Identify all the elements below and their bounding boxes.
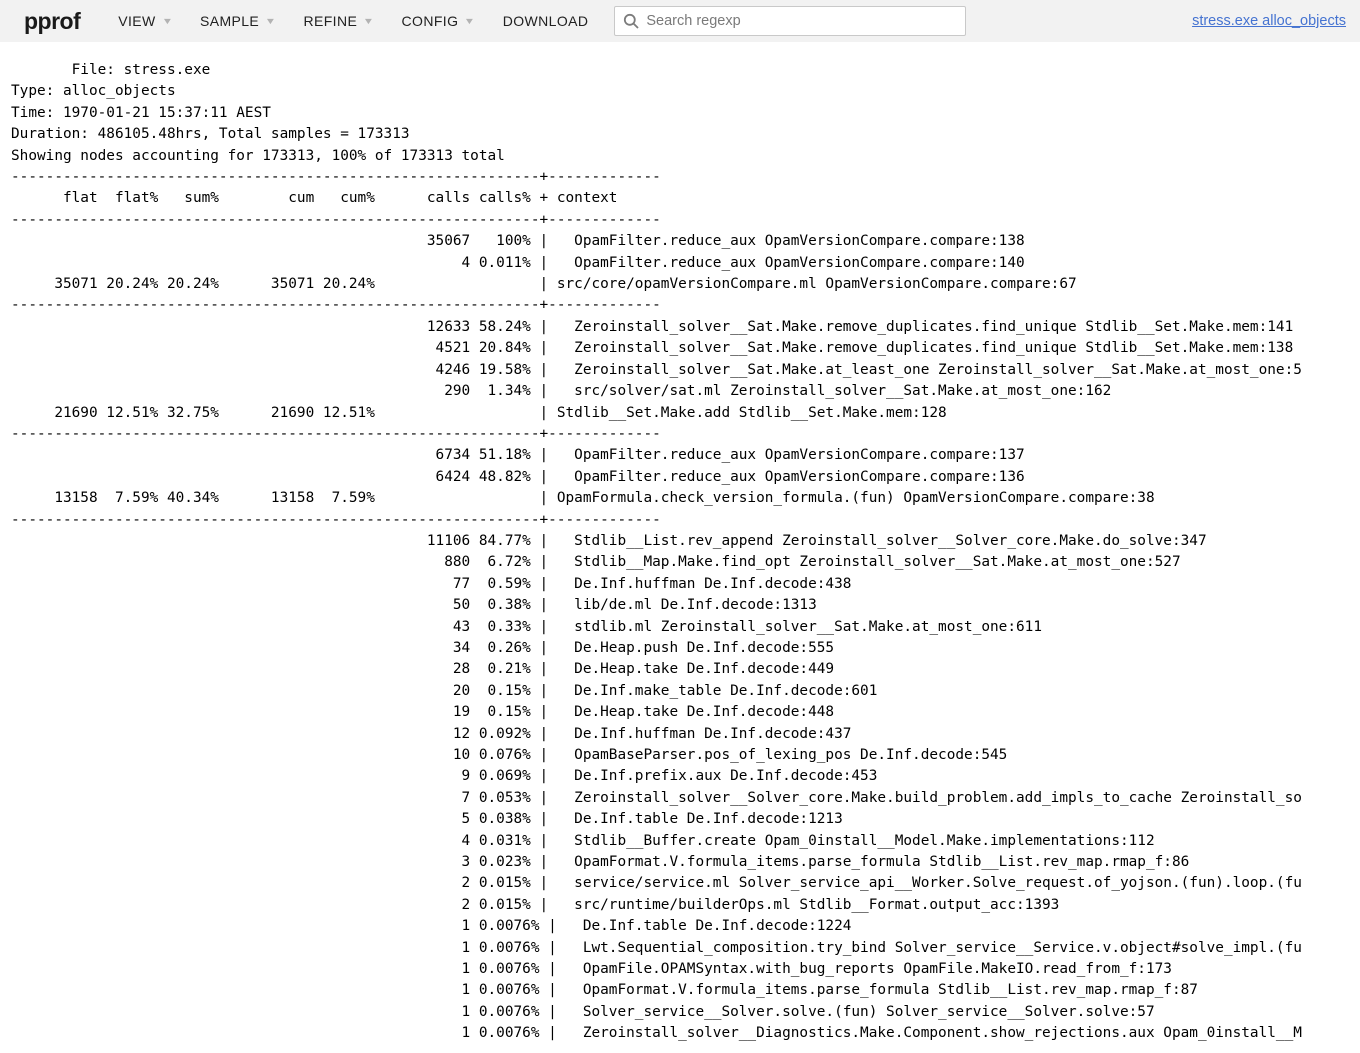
- menu-config-label: CONFIG: [402, 13, 459, 29]
- chevron-down-icon: ▼: [363, 16, 375, 26]
- chevron-down-icon: ▼: [161, 16, 173, 26]
- profile-link[interactable]: stress.exe alloc_objects: [1192, 13, 1346, 29]
- menu-config[interactable]: CONFIG ▼: [402, 13, 475, 29]
- search-input[interactable]: [646, 13, 957, 29]
- menu-bar: VIEW ▼ SAMPLE ▼ REFINE ▼ CONFIG ▼ DOWNLO…: [118, 13, 588, 29]
- menu-sample[interactable]: SAMPLE ▼: [200, 13, 276, 29]
- chevron-down-icon: ▼: [265, 16, 277, 26]
- search-icon: [623, 13, 639, 29]
- menu-download-label: DOWNLOAD: [503, 13, 589, 29]
- menu-sample-label: SAMPLE: [200, 13, 259, 29]
- profile-report-text: File: stress.exe Type: alloc_objects Tim…: [11, 60, 1360, 1045]
- menu-view[interactable]: VIEW ▼: [118, 13, 172, 29]
- report-area: File: stress.exe Type: alloc_objects Tim…: [0, 42, 1360, 1045]
- app-header: pprof VIEW ▼ SAMPLE ▼ REFINE ▼ CONFIG ▼ …: [0, 0, 1360, 42]
- chevron-down-icon: ▼: [464, 16, 476, 26]
- pprof-logo: pprof: [24, 8, 80, 35]
- menu-refine[interactable]: REFINE ▼: [303, 13, 373, 29]
- search-box[interactable]: [614, 6, 966, 36]
- menu-refine-label: REFINE: [303, 13, 357, 29]
- menu-view-label: VIEW: [118, 13, 155, 29]
- menu-download[interactable]: DOWNLOAD: [503, 13, 589, 29]
